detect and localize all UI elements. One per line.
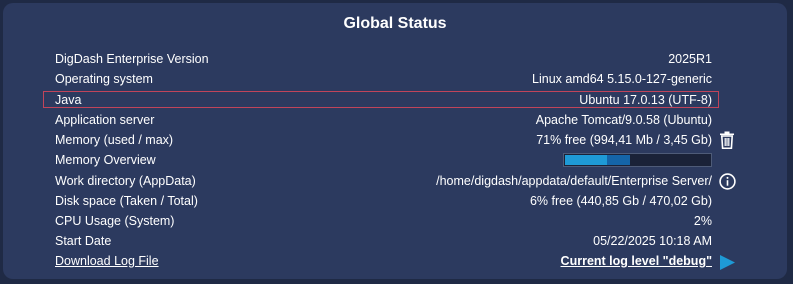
log-level-link[interactable]: Current log level "debug" bbox=[561, 252, 712, 270]
row-label: Memory (used / max) bbox=[55, 133, 174, 147]
row-value: 05/22/2025 10:18 AM bbox=[593, 234, 712, 248]
row-app-server: Application server Apache Tomcat/9.0.58 … bbox=[55, 111, 712, 129]
row-label: DigDash Enterprise Version bbox=[55, 52, 209, 66]
row-cpu: CPU Usage (System) 2% bbox=[55, 212, 712, 230]
panel-title: Global Status bbox=[343, 15, 447, 32]
row-label: Start Date bbox=[55, 234, 112, 248]
row-log: Download Log File Current log level "deb… bbox=[55, 252, 712, 270]
row-java: Java Ubuntu 17.0.13 (UTF-8) bbox=[55, 91, 712, 109]
row-version: DigDash Enterprise Version 2025R1 bbox=[55, 50, 712, 68]
row-label: Java bbox=[55, 93, 82, 107]
row-label: Memory Overview bbox=[55, 153, 156, 167]
row-label: Disk space (Taken / Total) bbox=[55, 194, 198, 208]
download-log-link[interactable]: Download Log File bbox=[55, 252, 159, 270]
row-os: Operating system Linux amd64 5.15.0-127-… bbox=[55, 70, 712, 88]
row-value: Apache Tomcat/9.0.58 (Ubuntu) bbox=[535, 113, 712, 127]
row-value: Ubuntu 17.0.13 (UTF-8) bbox=[579, 93, 712, 107]
row-memory-overview: Memory Overview bbox=[55, 151, 712, 169]
memory-reserved-segment bbox=[607, 155, 630, 165]
row-start-date: Start Date 05/22/2025 10:18 AM bbox=[55, 232, 712, 250]
row-label: CPU Usage (System) bbox=[55, 214, 175, 228]
info-icon[interactable] bbox=[719, 173, 736, 190]
row-memory: Memory (used / max) 71% free (994,41 Mb … bbox=[55, 131, 712, 149]
memory-used-segment bbox=[565, 155, 607, 165]
row-value: 6% free (440,85 Gb / 470,02 Gb) bbox=[529, 194, 712, 208]
memory-overview-bar bbox=[563, 153, 712, 167]
row-value: 2025R1 bbox=[668, 52, 712, 66]
row-value: Linux amd64 5.15.0-127-generic bbox=[532, 72, 712, 86]
row-disk: Disk space (Taken / Total) 6% free (440,… bbox=[55, 192, 712, 210]
row-value: 71% free (994,41 Mb / 3,45 Gb) bbox=[536, 133, 712, 147]
row-work-dir: Work directory (AppData) /home/digdash/a… bbox=[55, 172, 712, 190]
row-label: Application server bbox=[55, 113, 155, 127]
row-label: Operating system bbox=[55, 72, 153, 86]
row-value: /home/digdash/appdata/default/Enterprise… bbox=[436, 174, 712, 188]
trash-icon[interactable] bbox=[719, 131, 735, 149]
row-value: 2% bbox=[693, 214, 712, 228]
play-icon[interactable] bbox=[719, 254, 736, 271]
row-label: Work directory (AppData) bbox=[55, 174, 196, 188]
